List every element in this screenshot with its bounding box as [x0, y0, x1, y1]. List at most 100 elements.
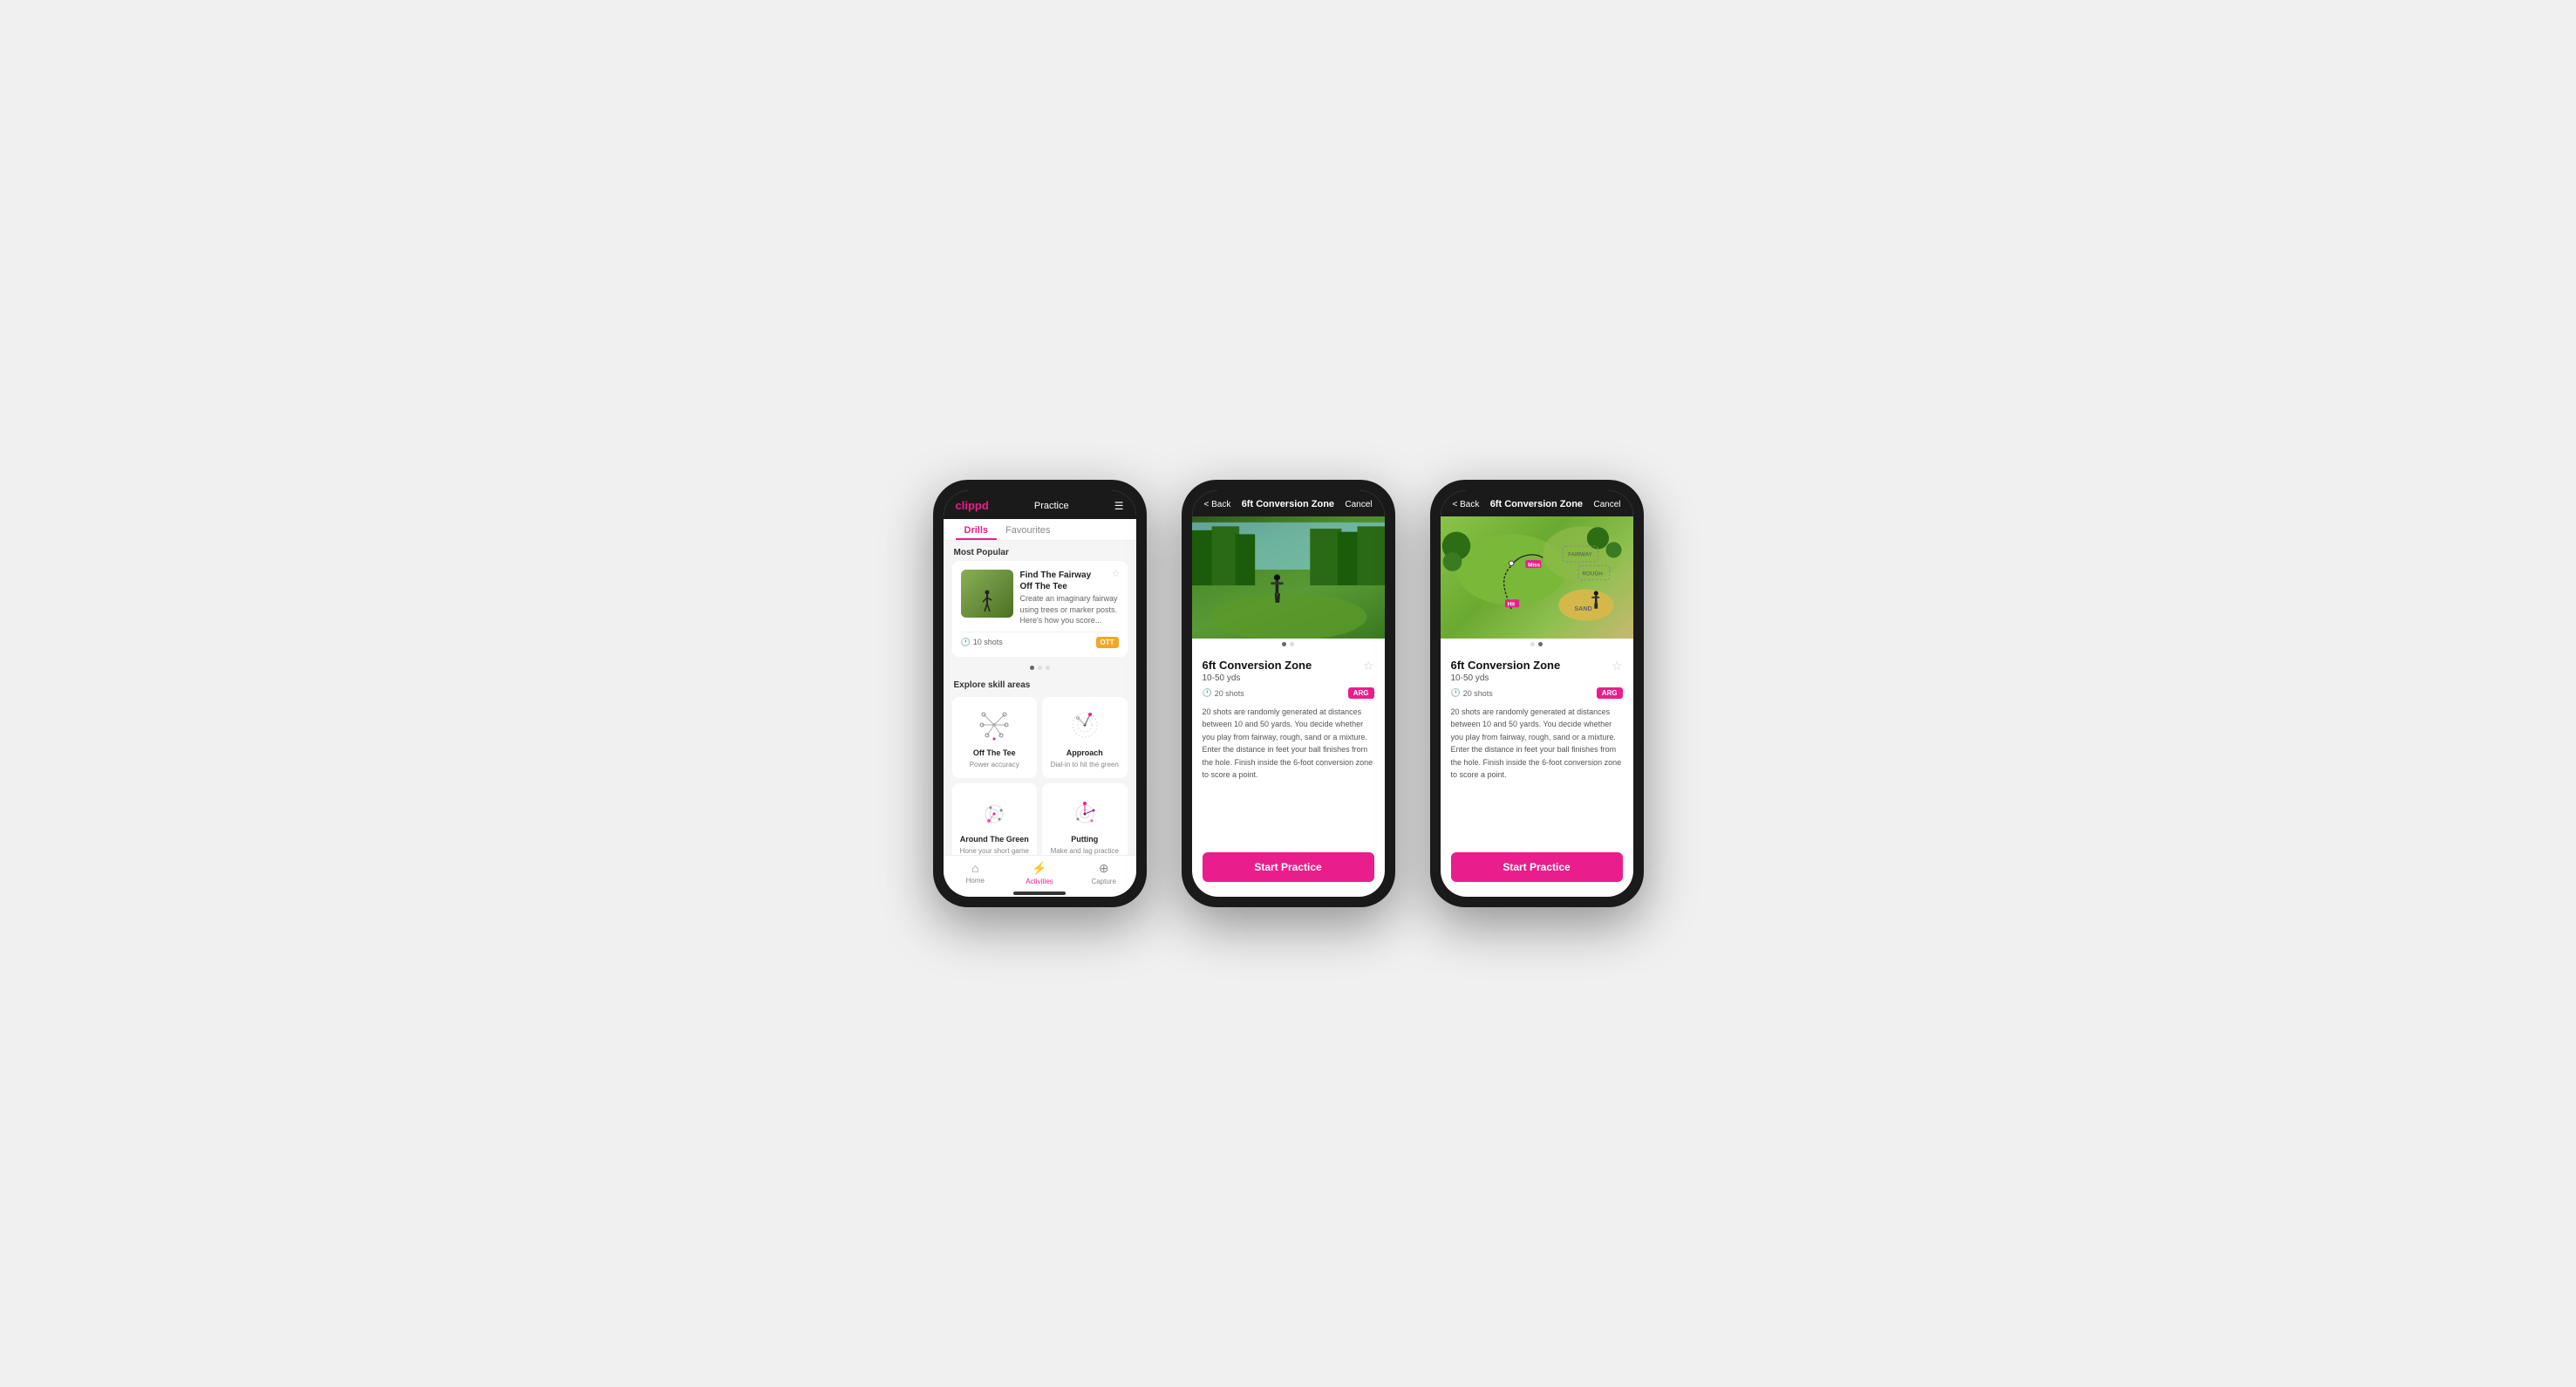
fav-icon-2[interactable]: ☆	[1363, 659, 1374, 673]
skill-card-approach[interactable]: Approach Dial-in to hit the green	[1042, 697, 1128, 778]
home-icon: ⌂	[971, 861, 978, 875]
skill-grid: Off The Tee Power accuracy	[944, 694, 1136, 855]
fav-icon[interactable]: ☆	[1112, 568, 1121, 579]
detail-shots-3: 🕐 20 shots	[1451, 688, 1493, 698]
detail-meta-3: 🕐 20 shots ARG	[1451, 687, 1623, 699]
drill-subtitle: Off The Tee	[1020, 581, 1119, 592]
approach-name: Approach	[1067, 748, 1103, 757]
back-button[interactable]: < Back	[1204, 500, 1231, 509]
drill-meta: 🕐 10 shots OTT	[961, 632, 1119, 648]
svg-text:SAND: SAND	[1574, 605, 1591, 612]
cancel-button-3[interactable]: Cancel	[1593, 500, 1620, 509]
atg-icon	[975, 795, 1013, 830]
drill-info: Find The Fairway Off The Tee Create an i…	[1020, 570, 1119, 626]
phone-3-screen: < Back 6ft Conversion Zone Cancel	[1441, 490, 1633, 897]
nav-capture[interactable]: ⊕ Capture	[1072, 861, 1136, 885]
nav-activities[interactable]: ⚡ Activities	[1007, 861, 1072, 885]
detail-desc-3: 20 shots are randomly generated at dista…	[1451, 706, 1623, 781]
capture-label: Capture	[1091, 878, 1115, 885]
detail-title-3: 6ft Conversion Zone	[1451, 659, 1561, 672]
home-label: Home	[966, 877, 985, 885]
drill-detail-2: 6ft Conversion Zone 10-50 yds ☆ 🕐 20 sho…	[1192, 650, 1385, 845]
approach-icon	[1066, 707, 1104, 742]
phones-container: clippd Practice ☰ Drills Favourites Most…	[933, 480, 1644, 907]
img-dot-1	[1282, 642, 1286, 646]
clock-icon: 🕐	[961, 638, 971, 647]
phone-2: < Back 6ft Conversion Zone Cancel	[1182, 480, 1395, 907]
bottom-nav: ⌂ Home ⚡ Activities ⊕ Capture	[944, 855, 1136, 889]
home-bar-3	[1510, 892, 1563, 895]
atg-icon-area	[972, 792, 1016, 831]
detail-meta-2: 🕐 20 shots ARG	[1203, 687, 1374, 699]
home-bar-2	[1262, 892, 1314, 895]
img-dot-3-1	[1530, 642, 1535, 646]
atg-desc: Hone your short game	[960, 847, 1029, 855]
svg-text:Hit: Hit	[1507, 601, 1515, 607]
phone1-content: Most Popular ☆	[944, 541, 1136, 855]
phone1-header: clippd Practice ☰	[944, 490, 1136, 519]
explore-label: Explore skill areas	[944, 673, 1136, 694]
home-bar-1	[1013, 892, 1066, 895]
drill-shots: 🕐 10 shots	[961, 638, 1003, 647]
ott-icon	[975, 707, 1013, 742]
phone-2-screen: < Back 6ft Conversion Zone Cancel	[1192, 490, 1385, 897]
golf-scene-svg	[1192, 516, 1385, 639]
detail-shots-2: 🕐 20 shots	[1203, 688, 1244, 698]
image-dots-2	[1192, 639, 1385, 650]
fav-icon-3[interactable]: ☆	[1612, 659, 1623, 673]
phone-1-screen: clippd Practice ☰ Drills Favourites Most…	[944, 490, 1136, 897]
approach-desc: Dial-in to hit the green	[1051, 761, 1119, 769]
screen-title-3: 6ft Conversion Zone	[1490, 499, 1583, 509]
drill-detail-3: 6ft Conversion Zone 10-50 yds ☆ 🕐 20 sho…	[1441, 650, 1633, 845]
atg-name: Around The Green	[960, 835, 1029, 844]
phone2-header: < Back 6ft Conversion Zone Cancel	[1192, 490, 1385, 516]
putting-icon-area	[1063, 792, 1107, 831]
skill-card-atg[interactable]: Around The Green Hone your short game	[952, 783, 1038, 855]
screen-title: 6ft Conversion Zone	[1242, 499, 1334, 509]
detail-range-3: 10-50 yds	[1451, 673, 1561, 683]
img-dot-2	[1290, 642, 1294, 646]
featured-drill-card[interactable]: ☆	[952, 561, 1128, 657]
detail-title-2: 6ft Conversion Zone	[1203, 659, 1312, 672]
most-popular-label: Most Popular	[944, 541, 1136, 561]
ott-badge: OTT	[1096, 637, 1119, 648]
phone-3: < Back 6ft Conversion Zone Cancel	[1430, 480, 1644, 907]
golf-map: FAIRWAY ROUGH Hit Miss	[1441, 516, 1633, 639]
arg-badge-2: ARG	[1348, 687, 1374, 699]
skill-card-ott[interactable]: Off The Tee Power accuracy	[952, 697, 1038, 778]
tabs-bar: Drills Favourites	[944, 519, 1136, 541]
start-practice-button-3[interactable]: Start Practice	[1451, 852, 1623, 882]
golf-map-svg: FAIRWAY ROUGH Hit Miss	[1441, 516, 1633, 639]
approach-icon-area	[1063, 706, 1107, 745]
capture-icon: ⊕	[1099, 861, 1109, 876]
golf-map-area: FAIRWAY ROUGH Hit Miss	[1441, 516, 1633, 639]
nav-title: Practice	[1034, 501, 1069, 511]
image-dots-3	[1441, 639, 1633, 650]
cancel-button[interactable]: Cancel	[1345, 500, 1372, 509]
img-dot-3-2	[1538, 642, 1543, 646]
tab-drills[interactable]: Drills	[956, 519, 998, 540]
putting-desc: Make and lag practice	[1051, 847, 1119, 855]
carousel-dots	[944, 662, 1136, 673]
drill-photo-area	[1192, 516, 1385, 639]
drill-thumbnail	[961, 570, 1013, 618]
logo: clippd	[956, 499, 989, 512]
drill-title: Find The Fairway	[1020, 570, 1119, 581]
svg-text:Miss: Miss	[1528, 562, 1540, 568]
start-practice-button-2[interactable]: Start Practice	[1203, 852, 1374, 882]
clock-icon-2: 🕐	[1203, 688, 1212, 698]
tab-favourites[interactable]: Favourites	[997, 519, 1059, 540]
phone-1: clippd Practice ☰ Drills Favourites Most…	[933, 480, 1147, 907]
putting-name: Putting	[1071, 835, 1098, 844]
back-button-3[interactable]: < Back	[1453, 500, 1480, 509]
svg-text:FAIRWAY: FAIRWAY	[1568, 552, 1592, 558]
dot-1	[1030, 666, 1034, 670]
nav-home[interactable]: ⌂ Home	[944, 861, 1008, 885]
skill-card-putting[interactable]: Putting Make and lag practice	[1042, 783, 1128, 855]
svg-text:ROUGH: ROUGH	[1582, 571, 1603, 577]
activities-icon: ⚡	[1032, 861, 1046, 876]
activities-label: Activities	[1026, 878, 1053, 885]
menu-icon[interactable]: ☰	[1114, 500, 1124, 512]
ott-desc: Power accuracy	[970, 761, 1019, 769]
golf-photo	[1192, 516, 1385, 639]
